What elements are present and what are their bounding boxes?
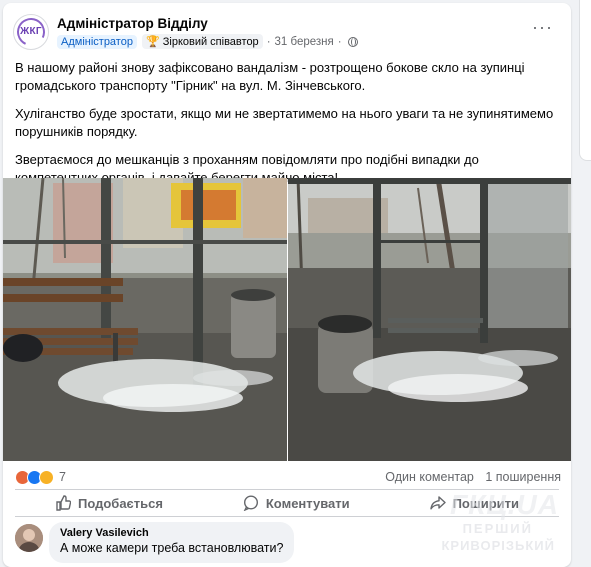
share-button[interactable]: Поширити — [422, 493, 527, 513]
post-paragraph: В нашому районі знову зафіксовано вандал… — [15, 60, 525, 93]
post-card: ЖКГ Адміністратор Відділу Адміністратор … — [3, 3, 571, 567]
photo-bus-stop-bench[interactable] — [3, 178, 287, 461]
admin-badge[interactable]: Адміністратор — [57, 34, 137, 49]
like-button[interactable]: Подобається — [47, 493, 171, 513]
meta-separator: · — [337, 35, 342, 48]
share-arrow-icon — [429, 496, 446, 510]
comment-button[interactable]: Коментувати — [235, 493, 358, 513]
share-label: Поширити — [452, 495, 519, 511]
post-paragraph: Хуліганство буде зростати, якщо ми не зв… — [15, 106, 554, 139]
star-contributor-label: Зірковий співавтор — [162, 36, 259, 48]
comment-bubble: Valery Vasilevich А може камери треба вс… — [49, 522, 295, 563]
action-bar: Подобається Коментувати Поширити — [15, 492, 559, 514]
actions-divider — [15, 516, 559, 517]
star-contributor-badge[interactable]: 🏆 Зірковий співавтор — [141, 34, 263, 49]
thumbs-up-icon — [56, 495, 71, 511]
comment-label: Коментувати — [265, 495, 350, 511]
commenter-name[interactable]: Valery Vasilevich — [60, 526, 283, 540]
commenter-avatar[interactable] — [15, 524, 43, 552]
photo-broken-glass[interactable] — [288, 178, 571, 461]
comment-text: А може камери треба встановлювати? — [60, 541, 284, 555]
more-options-icon[interactable]: ··· — [532, 18, 553, 36]
avatar-logo-text: ЖКГ — [20, 26, 42, 37]
post-date[interactable]: 31 березня — [275, 36, 334, 48]
globe-icon — [347, 36, 358, 47]
page-avatar[interactable]: ЖКГ — [13, 14, 49, 50]
post-header: ЖКГ Адміністратор Відділу Адміністратор … — [13, 14, 561, 54]
post-stats: Один коментар 1 поширення — [377, 470, 561, 484]
like-label: Подобається — [77, 495, 163, 511]
side-panel-edge — [579, 0, 591, 161]
reactions-summary[interactable]: 7 — [15, 469, 66, 485]
post-photos — [3, 178, 571, 461]
reaction-count: 7 — [59, 470, 66, 484]
comment-bubble-icon — [243, 495, 258, 511]
trophy-icon: 🏆 — [145, 36, 160, 48]
post-author[interactable]: Адміністратор Відділу — [57, 16, 208, 31]
wow-reaction-icon — [39, 469, 54, 485]
comment-count[interactable]: Один коментар — [385, 470, 474, 484]
share-count[interactable]: 1 поширення — [485, 470, 561, 484]
watermark-line: КРИВОРІЗЬКИЙ — [441, 538, 555, 553]
meta-separator: · — [266, 35, 271, 48]
stats-divider — [15, 489, 559, 490]
post-body: В нашому районі знову зафіксовано вандал… — [15, 59, 560, 197]
watermark-line: ПЕРШИЙ — [462, 521, 533, 536]
post-meta: Адміністратор 🏆 Зірковий співавтор · 31 … — [57, 33, 358, 50]
